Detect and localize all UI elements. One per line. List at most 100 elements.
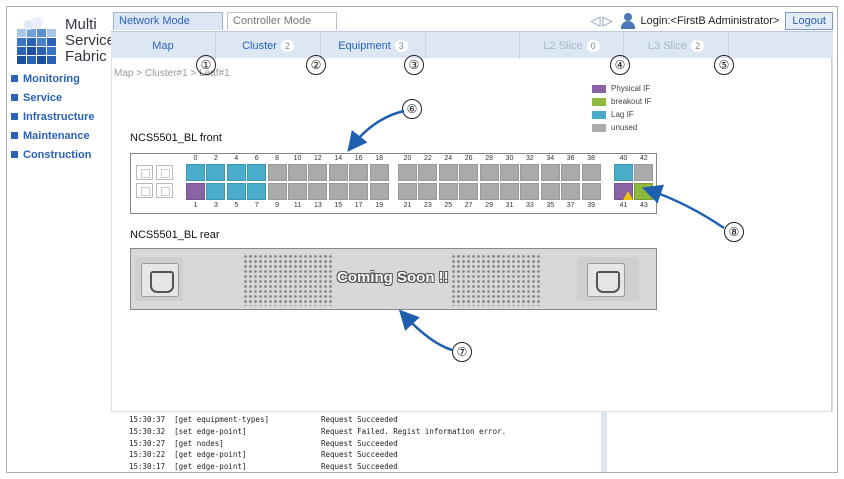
port-number-label: 33 (525, 202, 534, 209)
port-15[interactable] (328, 183, 348, 200)
count-badge: 2 (280, 39, 294, 52)
tab-l3-slice[interactable]: L3 Slice 2 (624, 32, 729, 59)
count-badge: 3 (394, 39, 408, 52)
right-scroll-gutter[interactable] (831, 58, 837, 412)
port-number-label: 37 (566, 202, 575, 209)
port-38[interactable] (581, 164, 601, 181)
log-result: Request Succeeded (321, 450, 398, 460)
mgmt-port-icon (136, 183, 153, 198)
port-13[interactable] (308, 183, 328, 200)
port-16[interactable] (349, 164, 369, 181)
logo-line-3: Fabric (65, 48, 107, 65)
port-7[interactable] (247, 183, 267, 200)
port-number-label: 32 (525, 155, 534, 162)
port-25[interactable] (438, 183, 458, 200)
event-log: 15:30:37 [get equipment-types] Request Su… (111, 412, 833, 472)
legend-item: unused (592, 121, 651, 134)
port-number-label: 40 (619, 155, 628, 162)
log-row: 15:30:17 [get edge-point] Request Succeed… (129, 461, 833, 472)
port-37[interactable] (561, 183, 581, 200)
callout-5: ⑤ (714, 55, 734, 75)
port-18[interactable] (369, 164, 389, 181)
map-view: Map > Cluster#1 > Leaf#1 Physical IF bre… (111, 55, 833, 412)
port-34[interactable] (540, 164, 560, 181)
log-command: [set edge-point] (174, 426, 247, 436)
history-arrows-icon[interactable]: ◁▷ (591, 13, 615, 29)
port-6[interactable] (247, 164, 267, 181)
menu-item-maintenance[interactable]: Maintenance (11, 126, 111, 145)
port-number-label: 19 (375, 202, 383, 209)
port-39[interactable] (581, 183, 601, 200)
port-11[interactable] (288, 183, 307, 200)
port-9[interactable] (267, 183, 287, 200)
legend-label: unused (611, 123, 638, 132)
port-0[interactable] (186, 164, 205, 181)
port-26[interactable] (459, 164, 479, 181)
port-21[interactable] (398, 183, 417, 200)
port-1[interactable] (186, 183, 205, 200)
port-number-label: 3 (213, 202, 218, 209)
port-28[interactable] (479, 164, 499, 181)
port-number-label: 27 (464, 202, 473, 209)
log-time: 15:30:22 (129, 450, 166, 460)
port-3[interactable] (206, 183, 226, 200)
tab-network-mode[interactable]: Network Mode (113, 12, 223, 30)
tab-cluster[interactable]: Cluster 2 (216, 32, 321, 59)
port-42[interactable] (634, 164, 654, 181)
port-36[interactable] (561, 164, 581, 181)
port-number-label: 11 (293, 202, 302, 209)
port-number-label: 41 (619, 202, 628, 209)
log-command: [get edge-point] (174, 450, 247, 460)
callout-1: ① (196, 55, 216, 75)
port-number-label: 34 (546, 155, 555, 162)
port-number-label: 12 (313, 155, 322, 162)
callout-7: ⑦ (452, 342, 472, 362)
menu-item-infrastructure[interactable]: Infrastructure (11, 107, 111, 126)
port-4[interactable] (226, 164, 246, 181)
port-8[interactable] (267, 164, 287, 181)
log-command: [get nodes] (174, 438, 224, 448)
port-32[interactable] (520, 164, 540, 181)
callout-3: ③ (404, 55, 424, 75)
port-number-label: 2 (213, 155, 218, 162)
arrow-to-rear-panel (398, 309, 453, 352)
port-19[interactable] (369, 183, 389, 200)
port-22[interactable] (418, 164, 438, 181)
port-24[interactable] (438, 164, 458, 181)
menu-item-construction[interactable]: Construction (11, 145, 111, 164)
port-number-label: 26 (464, 155, 473, 162)
port-12[interactable] (308, 164, 328, 181)
port-17[interactable] (349, 183, 369, 200)
port-5[interactable] (226, 183, 246, 200)
port-30[interactable] (500, 164, 519, 181)
port-20[interactable] (398, 164, 417, 181)
port-43[interactable] (634, 183, 654, 200)
port-40[interactable] (614, 164, 633, 181)
header-right: ◁▷ Login:<FirstB Administrator> Logout (591, 11, 833, 31)
port-10[interactable] (288, 164, 307, 181)
count-badge: 0 (586, 39, 600, 52)
tab-label: L2 Slice (543, 39, 583, 52)
fan-grill (243, 254, 333, 306)
port-number-label: 21 (403, 202, 412, 209)
logout-button[interactable]: Logout (785, 12, 833, 30)
menu-item-monitoring[interactable]: Monitoring (11, 69, 111, 88)
port-31[interactable] (500, 183, 519, 200)
tab-l2-slice[interactable]: L2 Slice 0 (519, 32, 624, 59)
count-badge: 2 (691, 39, 705, 52)
tab-map[interactable]: Map (111, 32, 216, 59)
port-33[interactable] (520, 183, 540, 200)
port-number-label: 17 (354, 202, 363, 209)
port-29[interactable] (479, 183, 499, 200)
port-legend: Physical IF breakout IF Lag IF unused (592, 82, 651, 134)
port-27[interactable] (459, 183, 479, 200)
log-scrollbar[interactable] (601, 412, 607, 472)
port-23[interactable] (418, 183, 438, 200)
port-14[interactable] (328, 164, 348, 181)
tab-controller-mode[interactable]: Controller Mode (227, 12, 337, 30)
port-35[interactable] (540, 183, 560, 200)
port-2[interactable] (206, 164, 226, 181)
menu-item-service[interactable]: Service (11, 88, 111, 107)
port-number-label: 39 (587, 202, 595, 209)
port-number-label: 10 (293, 155, 302, 162)
